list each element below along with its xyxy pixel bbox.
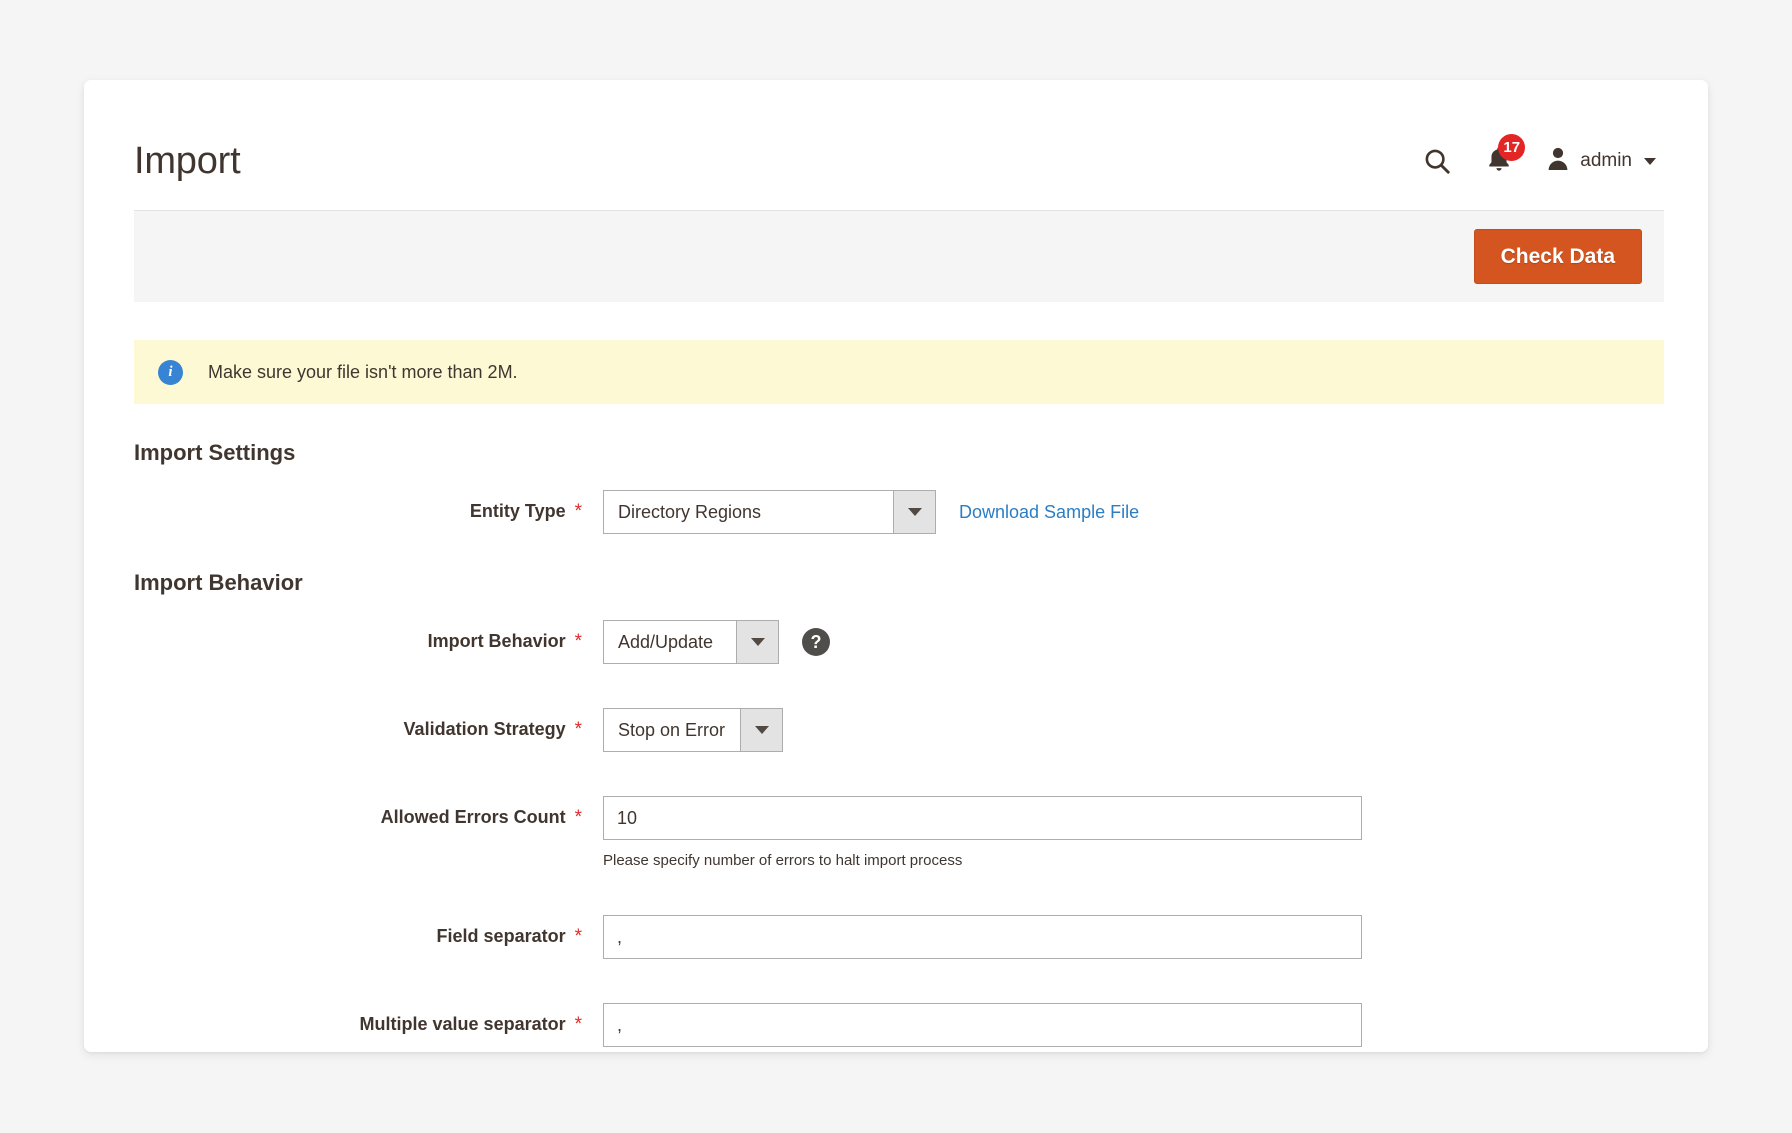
notifications-button[interactable]: 17 xyxy=(1486,145,1512,178)
field-row-entity-type: Entity Type * Directory Regions Download… xyxy=(84,490,1708,534)
header-actions: 17 admin xyxy=(1422,145,1664,178)
allowed-errors-count-note: Please specify number of errors to halt … xyxy=(603,852,1362,869)
required-asterisk: * xyxy=(575,502,582,521)
multiple-value-separator-control-cell xyxy=(582,1003,1362,1047)
import-behavior-selected-value: Add/Update xyxy=(604,621,736,663)
entity-type-label: Entity Type xyxy=(470,501,566,522)
notice-text: Make sure your file isn't more than 2M. xyxy=(208,362,518,383)
allowed-errors-count-control-cell: Please specify number of errors to halt … xyxy=(582,796,1362,869)
download-sample-file-link[interactable]: Download Sample File xyxy=(959,502,1139,523)
multiple-value-separator-label-cell: Multiple value separator * xyxy=(134,1003,582,1035)
search-glyph xyxy=(1422,146,1452,176)
section-title-import-behavior: Import Behavior xyxy=(134,570,1708,596)
import-behavior-label-cell: Import Behavior * xyxy=(134,620,582,652)
entity-type-label-cell: Entity Type * xyxy=(134,490,582,522)
chevron-down-icon xyxy=(1644,158,1656,165)
notification-count-badge: 17 xyxy=(1498,134,1525,161)
info-icon: i xyxy=(158,360,183,385)
field-row-multiple-value-separator: Multiple value separator * xyxy=(84,1003,1708,1047)
page-header: Import xyxy=(84,80,1708,200)
question-mark-icon[interactable]: ? xyxy=(802,628,830,656)
import-behavior-control-cell: Add/Update ? xyxy=(582,620,830,664)
file-size-notice: i Make sure your file isn't more than 2M… xyxy=(134,340,1664,404)
chevron-down-icon[interactable] xyxy=(736,621,778,663)
required-asterisk: * xyxy=(575,1015,582,1034)
import-behavior-select[interactable]: Add/Update xyxy=(603,620,779,664)
section-title-import-settings: Import Settings xyxy=(134,440,1708,466)
validation-strategy-selected-value: Stop on Error xyxy=(604,709,740,751)
entity-type-select[interactable]: Directory Regions xyxy=(603,490,936,534)
entity-type-control-cell: Directory Regions Download Sample File xyxy=(582,490,1139,534)
multiple-value-separator-label: Multiple value separator xyxy=(360,1014,566,1035)
page-background: Import xyxy=(0,0,1792,1133)
page-actions-toolbar: Check Data xyxy=(134,210,1664,302)
required-asterisk: * xyxy=(575,720,582,739)
validation-strategy-label: Validation Strategy xyxy=(404,719,566,740)
admin-menu[interactable]: admin xyxy=(1546,146,1656,177)
import-behavior-control-line: Add/Update ? xyxy=(603,620,830,664)
field-row-import-behavior: Import Behavior * Add/Update ? xyxy=(84,620,1708,664)
admin-label: admin xyxy=(1580,150,1632,172)
allowed-errors-count-label: Allowed Errors Count xyxy=(381,807,566,828)
field-row-field-separator: Field separator * xyxy=(84,915,1708,959)
required-asterisk: * xyxy=(575,927,582,946)
user-icon xyxy=(1546,146,1570,177)
entity-type-control-line: Directory Regions Download Sample File xyxy=(603,490,1139,534)
page-title: Import xyxy=(134,142,241,180)
field-separator-input[interactable] xyxy=(603,915,1362,959)
entity-type-selected-value: Directory Regions xyxy=(604,491,893,533)
multiple-value-separator-input[interactable] xyxy=(603,1003,1362,1047)
import-behavior-label: Import Behavior xyxy=(428,631,566,652)
validation-strategy-control-line: Stop on Error xyxy=(603,708,783,752)
import-page-card: Import xyxy=(84,80,1708,1052)
required-asterisk: * xyxy=(575,808,582,827)
field-separator-label: Field separator xyxy=(437,926,566,947)
field-row-validation-strategy: Validation Strategy * Stop on Error xyxy=(84,708,1708,752)
required-asterisk: * xyxy=(575,632,582,651)
check-data-button[interactable]: Check Data xyxy=(1474,229,1642,284)
field-row-allowed-errors-count: Allowed Errors Count * Please specify nu… xyxy=(84,796,1708,869)
search-icon[interactable] xyxy=(1422,146,1452,176)
allowed-errors-count-input[interactable] xyxy=(603,796,1362,840)
validation-strategy-control-cell: Stop on Error xyxy=(582,708,783,752)
validation-strategy-label-cell: Validation Strategy * xyxy=(134,708,582,740)
chevron-down-icon[interactable] xyxy=(740,709,782,751)
validation-strategy-select[interactable]: Stop on Error xyxy=(603,708,783,752)
field-separator-control-cell xyxy=(582,915,1362,959)
allowed-errors-count-label-cell: Allowed Errors Count * xyxy=(134,796,582,828)
chevron-down-icon[interactable] xyxy=(893,491,935,533)
field-separator-label-cell: Field separator * xyxy=(134,915,582,947)
